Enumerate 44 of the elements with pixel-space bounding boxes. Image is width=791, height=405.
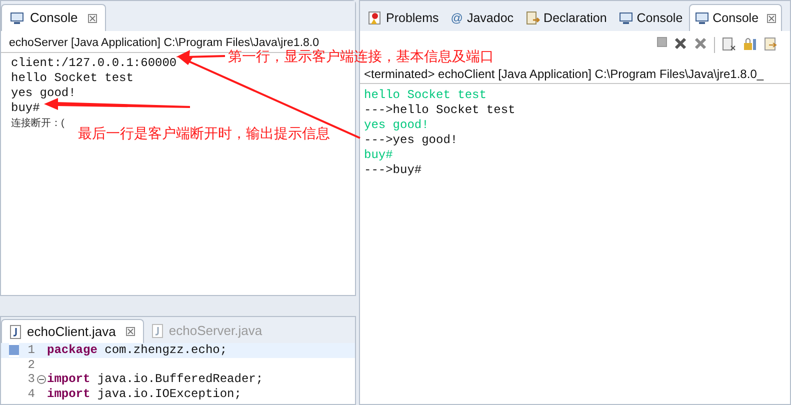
view-tab[interactable]: @ Javadoc <box>444 4 520 31</box>
console-line: hello Socket test <box>11 71 134 86</box>
remove-icon[interactable] <box>674 37 687 50</box>
line-number: 4 <box>26 386 35 401</box>
console-note: 连接断开：( <box>11 116 64 132</box>
line-number: 2 <box>26 358 35 372</box>
console-line: --->yes good! <box>364 133 459 148</box>
lock-icon[interactable] <box>743 37 757 51</box>
console-line: buy# <box>11 101 40 116</box>
console-line: --->hello Socket test <box>364 103 516 118</box>
code-text: import java.io.BufferedReader; <box>47 372 264 386</box>
document-arrow-icon <box>526 11 540 25</box>
java-file-icon <box>10 324 21 338</box>
view-tab[interactable]: Problems <box>362 4 445 31</box>
clear-console-icon[interactable] <box>722 37 736 51</box>
close-icon[interactable] <box>766 14 776 22</box>
view-tab[interactable]: Console <box>688 4 782 31</box>
at-sign-icon: @ <box>450 9 463 27</box>
console-header: <terminated> echoClient [Java Application] C:\Program Files\Java\jre1.8.0_ <box>360 65 790 84</box>
remove-all-icon[interactable] <box>694 37 707 50</box>
annotation-text: 最后一行是客户端断开时，输出提示信息 <box>78 125 330 141</box>
close-icon[interactable] <box>126 327 135 336</box>
console-line: hello Socket test <box>364 88 488 103</box>
console-icon <box>694 12 709 24</box>
view-tab[interactable]: Declaration <box>520 4 613 31</box>
console-line: yes good! <box>11 86 76 102</box>
close-icon[interactable] <box>88 14 97 22</box>
java-file-icon <box>152 324 163 338</box>
collapse-icon[interactable] <box>36 374 46 384</box>
marker-icon <box>9 345 19 356</box>
console-icon <box>618 12 633 24</box>
console-line: yes good! <box>364 118 430 133</box>
console-tab[interactable]: Console <box>1 4 106 31</box>
code-text: package com.zhengzz.echo; <box>47 343 228 358</box>
warning-icon <box>368 11 382 25</box>
view-tab[interactable]: Console <box>612 4 689 31</box>
line-number: 3 <box>26 372 35 386</box>
console-icon <box>10 12 24 24</box>
console-line: --->buy# <box>364 163 423 178</box>
line-number: 1 <box>26 343 35 358</box>
editor-tab[interactable]: echoClient.java <box>1 319 144 343</box>
console-line: buy# <box>364 148 394 163</box>
code-text: import java.io.IOException; <box>47 386 242 401</box>
console-line: client:/127.0.0.1:60000 <box>11 56 177 72</box>
